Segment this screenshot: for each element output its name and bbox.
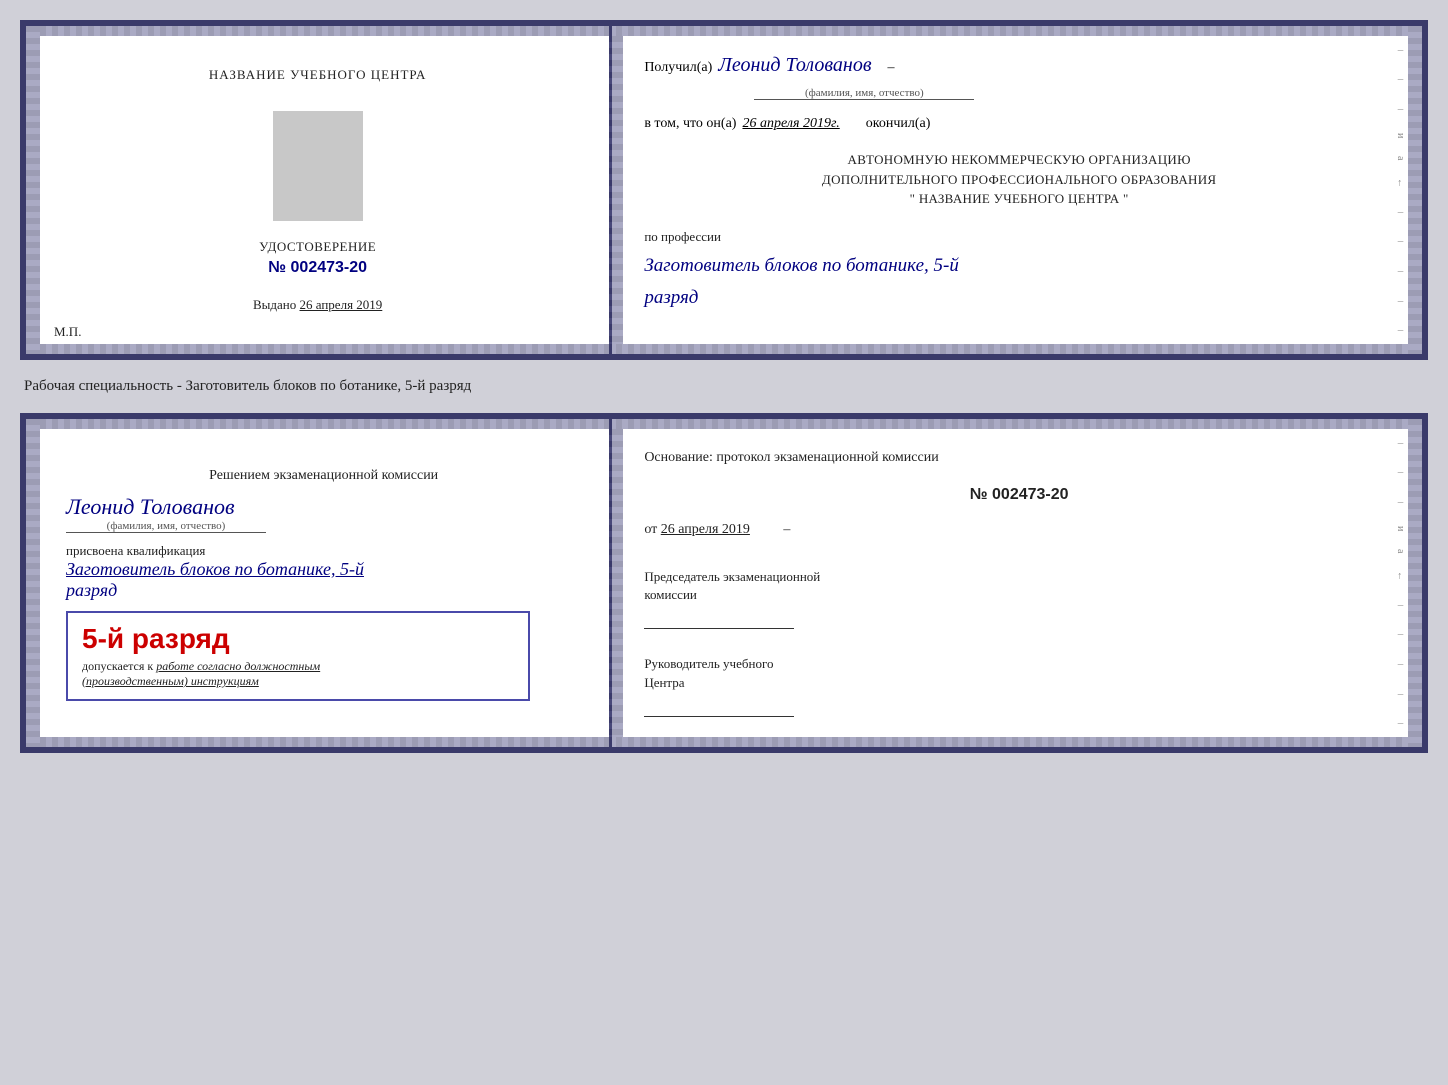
- date-value-2: 26 апреля 2019: [661, 522, 750, 537]
- qualification-label: присвоена квалификация: [66, 543, 205, 559]
- received-prefix: Получил(а): [644, 60, 712, 76]
- page-wrapper: НАЗВАНИЕ УЧЕБНОГО ЦЕНТРА УДОСТОВЕРЕНИЕ №…: [20, 20, 1428, 753]
- org-line3: " НАЗВАНИЕ УЧЕБНОГО ЦЕНТРА ": [644, 189, 1394, 209]
- decision-label: Решением экзаменационной комиссии: [66, 465, 581, 486]
- issued-label: Выдано: [253, 297, 296, 312]
- dash1: –: [888, 60, 895, 76]
- razryad-text-card2: разряд: [66, 580, 117, 601]
- person-name-card2: Леонид Толованов: [66, 494, 235, 520]
- badge-allowed: допускается к работе согласно должностны…: [82, 659, 514, 689]
- right-side-marks: ––– и а ← –––––: [1395, 26, 1406, 354]
- received-row: Получил(а) Леонид Толованов –: [644, 54, 1394, 77]
- head-line1: Руководитель учебного: [644, 655, 1394, 673]
- chairman-signature-line: [644, 628, 794, 629]
- right-side-marks-2: ––– и а ← –––––: [1395, 419, 1406, 747]
- head-label: Руководитель учебного Центра: [644, 655, 1394, 691]
- head-signature-line: [644, 716, 794, 717]
- specialty-label: Рабочая специальность - Заготовитель бло…: [20, 378, 1428, 395]
- cert-title: УДОСТОВЕРЕНИЕ: [259, 239, 376, 255]
- badge-box: 5-й разряд допускается к работе согласно…: [66, 611, 530, 701]
- badge-number: 5-й разряд: [82, 623, 514, 655]
- card1-right: Получил(а) Леонид Толованов – (фамилия, …: [612, 26, 1422, 354]
- org-line1: АВТОНОМНУЮ НЕКОММЕРЧЕСКУЮ ОРГАНИЗАЦИЮ: [644, 150, 1394, 170]
- person-name-card1: Леонид Толованов: [718, 54, 871, 77]
- chairman-line2: комиссии: [644, 586, 1394, 604]
- person-name-note-wrapper: (фамилия, имя, отчество): [754, 87, 1394, 100]
- chairman-line1: Председатель экзаменационной: [644, 568, 1394, 586]
- issued-date: 26 апреля 2019: [300, 297, 383, 312]
- date-value: 26 апреля 2019г.: [742, 116, 839, 132]
- card2-right: Основание: протокол экзаменационной коми…: [612, 419, 1422, 747]
- allowed-prefix: допускается к: [82, 659, 153, 673]
- certificate-card-2: Решением экзаменационной комиссии Леонид…: [20, 413, 1428, 753]
- person-name-note-card2: (фамилия, имя, отчество): [66, 520, 266, 533]
- head-line2: Центра: [644, 674, 1394, 692]
- date-row: в том, что он(а) 26 апреля 2019г. окончи…: [644, 116, 1394, 132]
- profession-label: по профессии: [644, 229, 1394, 245]
- training-center-label: НАЗВАНИЕ УЧЕБНОГО ЦЕНТРА: [209, 67, 426, 83]
- card1-left: НАЗВАНИЕ УЧЕБНОГО ЦЕНТРА УДОСТОВЕРЕНИЕ №…: [26, 26, 612, 354]
- center-strip: [609, 36, 623, 344]
- photo-placeholder: [273, 111, 363, 221]
- mp-label: М.П.: [54, 324, 81, 340]
- allowed-text2: (производственным) инструкциям: [82, 674, 259, 688]
- protocol-date: от 26 апреля 2019 –: [644, 522, 1394, 538]
- dash2: –: [783, 522, 790, 537]
- date-prefix: в том, что он(а): [644, 116, 736, 132]
- chairman-label: Председатель экзаменационной комиссии: [644, 568, 1394, 604]
- certificate-card-1: НАЗВАНИЕ УЧЕБНОГО ЦЕНТРА УДОСТОВЕРЕНИЕ №…: [20, 20, 1428, 360]
- person-name-note: (фамилия, имя, отчество): [754, 87, 974, 100]
- allowed-text: работе согласно должностным: [156, 659, 320, 673]
- qualification-text: Заготовитель блоков по ботанике, 5-й: [66, 559, 364, 580]
- org-block: АВТОНОМНУЮ НЕКОММЕРЧЕСКУЮ ОРГАНИЗАЦИЮ ДО…: [644, 150, 1394, 209]
- org-line2: ДОПОЛНИТЕЛЬНОГО ПРОФЕССИОНАЛЬНОГО ОБРАЗО…: [644, 170, 1394, 190]
- date-prefix-2: от: [644, 522, 657, 537]
- cert-number: № 002473-20: [268, 259, 367, 277]
- card2-left: Решением экзаменационной комиссии Леонид…: [26, 419, 612, 747]
- protocol-number: № 002473-20: [644, 486, 1394, 504]
- basis-label: Основание: протокол экзаменационной коми…: [644, 447, 1394, 468]
- center-strip-2: [609, 429, 623, 737]
- profession-text: Заготовитель блоков по ботанике, 5-й: [644, 255, 1394, 277]
- issued-line: Выдано 26 апреля 2019: [253, 297, 382, 313]
- date-suffix: окончил(а): [866, 116, 931, 132]
- razryad-text-card1: разряд: [644, 287, 1394, 309]
